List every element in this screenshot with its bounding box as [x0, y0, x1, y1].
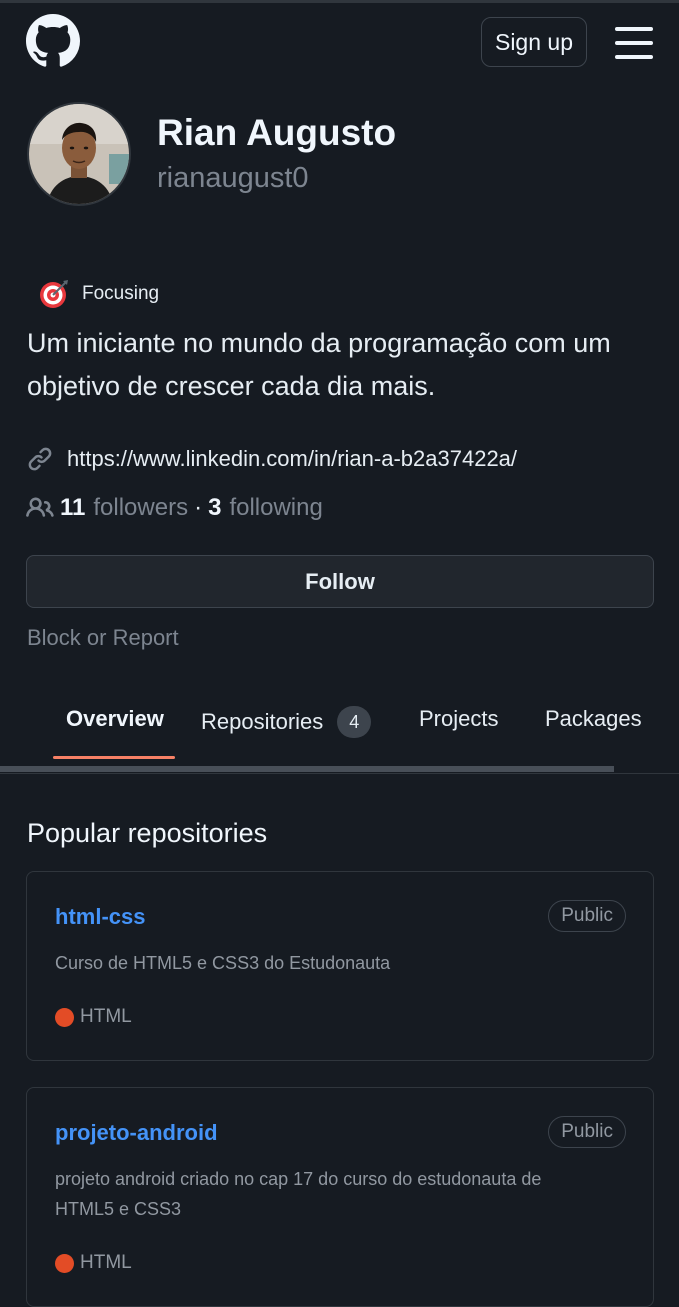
link-icon	[28, 447, 52, 471]
bio-line: Um iniciante no mundo da programação com…	[27, 328, 611, 358]
tab-overview[interactable]: Overview	[66, 706, 164, 732]
repositories-counter: 4	[337, 706, 372, 738]
repo-language: HTML	[55, 1252, 132, 1274]
language-color-dot	[55, 1007, 74, 1027]
profile-bio: Um iniciante no mundo da programação com…	[27, 322, 667, 408]
people-icon	[26, 497, 54, 517]
repo-description-line: HTML5 e CSS3	[55, 1199, 182, 1219]
hamburger-menu-icon[interactable]	[615, 27, 653, 59]
followers-link[interactable]: 11 followers	[60, 494, 188, 522]
avatar-photo	[29, 104, 129, 204]
tabs-scrollbar[interactable]	[0, 766, 614, 772]
language-name: HTML	[80, 1006, 132, 1027]
tab-label: Packages	[545, 706, 642, 731]
tab-repositories[interactable]: Repositories 4	[201, 706, 372, 738]
tab-label: Overview	[66, 706, 164, 731]
repo-card: projeto-android Public projeto android c…	[26, 1087, 654, 1307]
follow-stats: 11 followers · 3 following	[26, 494, 323, 522]
block-or-report-link[interactable]: Block or Report	[27, 625, 179, 651]
direct-hit-icon	[40, 280, 68, 308]
header: Sign up	[0, 3, 679, 83]
website-link[interactable]: https://www.linkedin.com/in/rian-a-b2a37…	[67, 446, 517, 472]
following-label: following	[229, 494, 323, 521]
follow-button[interactable]: Follow	[26, 555, 654, 608]
profile-username: rianaugust0	[157, 162, 309, 194]
visibility-badge: Public	[548, 900, 626, 932]
separator: ·	[194, 494, 203, 521]
status-text: Focusing	[82, 283, 160, 304]
bio-line: objetivo de crescer cada dia mais.	[27, 371, 436, 401]
following-count: 3	[208, 494, 222, 521]
repo-description-line: projeto android criado no cap 17 do curs…	[55, 1169, 542, 1189]
repo-name-link[interactable]: projeto-android	[55, 1120, 218, 1146]
profile-tabs: Overview Repositories 4 Projects Package…	[0, 690, 679, 774]
profile-website: https://www.linkedin.com/in/rian-a-b2a37…	[27, 446, 517, 472]
github-logo-icon[interactable]	[26, 14, 80, 68]
tab-label: Repositories	[201, 709, 324, 734]
tab-label: Projects	[419, 706, 499, 731]
tabs-divider	[0, 773, 679, 774]
user-status: Focusing	[38, 278, 159, 310]
sign-up-button[interactable]: Sign up	[481, 17, 587, 67]
followers-count: 11	[60, 494, 86, 521]
repo-description: Curso de HTML5 e CSS3 do Estudonauta	[55, 948, 625, 978]
avatar[interactable]	[27, 102, 131, 206]
active-tab-indicator	[53, 756, 175, 759]
repo-card: html-css Public Curso de HTML5 e CSS3 do…	[26, 871, 654, 1061]
following-link[interactable]: 3 following	[208, 494, 323, 522]
profile-name: Rian Augusto	[157, 112, 397, 153]
tab-projects[interactable]: Projects	[419, 706, 498, 732]
repo-description-line: Curso de HTML5 e CSS3 do Estudonauta	[55, 953, 391, 973]
language-color-dot	[55, 1253, 74, 1273]
repo-description: projeto android criado no cap 17 do curs…	[55, 1164, 625, 1224]
followers-label: followers	[93, 494, 189, 521]
tab-packages[interactable]: Packages	[545, 706, 642, 732]
visibility-badge: Public	[548, 1116, 626, 1148]
language-name: HTML	[80, 1252, 132, 1273]
repo-language: HTML	[55, 1006, 132, 1028]
popular-repositories-heading: Popular repositories	[27, 818, 268, 848]
repo-name-link[interactable]: html-css	[55, 904, 145, 930]
